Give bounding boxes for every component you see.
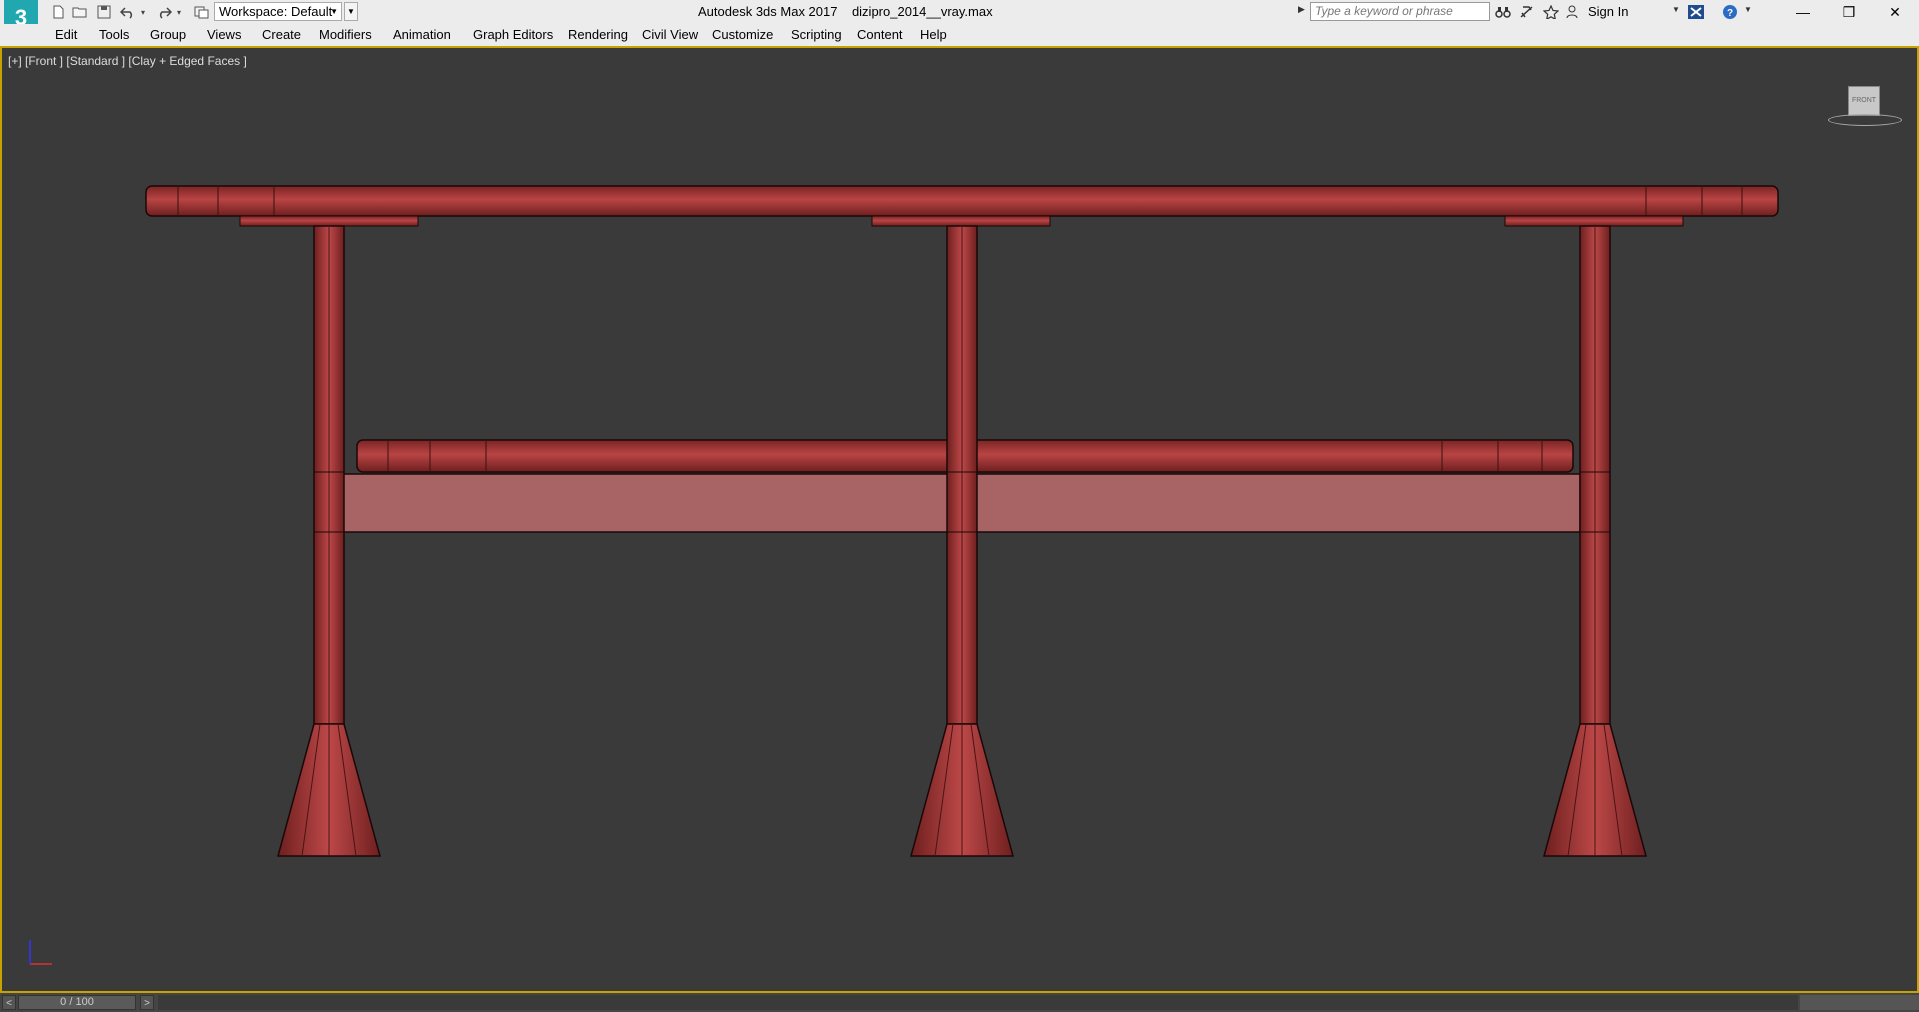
search-input[interactable]: Type a keyword or phrase (1310, 2, 1490, 21)
scene-model[interactable] (2, 48, 1917, 991)
help-dropdown-icon[interactable]: ▼ (1744, 5, 1752, 14)
timeline-track[interactable] (158, 995, 1798, 1010)
star-icon[interactable] (1541, 3, 1561, 21)
menu-modifiers[interactable]: Modifiers (319, 27, 372, 42)
menu-bar: Edit Tools Group Views Create Modifiers … (0, 24, 1919, 47)
top-rail[interactable] (145, 185, 1779, 217)
open-file-icon[interactable] (70, 3, 90, 21)
menu-edit[interactable]: Edit (55, 27, 77, 42)
svg-text:?: ? (1727, 8, 1733, 19)
undo-dropdown-icon[interactable]: ▾ (138, 3, 148, 21)
exchange-apps-icon[interactable] (1686, 3, 1706, 21)
menu-content[interactable]: Content (857, 27, 903, 42)
time-slider-bar: < 0 / 100 > (0, 993, 1919, 1012)
file-name: dizipro_2014__vray.max (851, 4, 993, 19)
chevron-down-icon: ▼ (330, 7, 338, 16)
workspace-dropdown[interactable]: Workspace: Default ▼ (214, 2, 342, 21)
menu-help[interactable]: Help (920, 27, 947, 42)
rail-brackets[interactable] (239, 215, 1684, 227)
menu-create[interactable]: Create (262, 27, 301, 42)
subscription-center-icon[interactable] (1517, 3, 1537, 21)
timeline-end-panel (1800, 995, 1919, 1010)
menu-scripting[interactable]: Scripting (791, 27, 842, 42)
time-slider[interactable]: 0 / 100 (18, 995, 136, 1010)
quick-access-customize-button[interactable]: ▼ (344, 2, 358, 21)
leg-center[interactable] (910, 225, 1014, 857)
close-button[interactable]: ✕ (1872, 0, 1918, 24)
menu-tools[interactable]: Tools (99, 27, 129, 42)
previous-frame-button[interactable]: < (2, 995, 16, 1010)
front-viewport[interactable]: [+] [Front ] [Standard ] [Clay + Edged F… (0, 46, 1919, 993)
binoculars-icon[interactable] (1493, 3, 1513, 21)
sign-in-dropdown-icon[interactable]: ▼ (1672, 5, 1680, 14)
sign-in-button[interactable]: Sign In (1588, 4, 1628, 19)
redo-icon[interactable] (154, 3, 174, 21)
search-expand-icon[interactable]: ▶ (1298, 4, 1305, 15)
leg-left[interactable] (277, 225, 381, 857)
axis-tripod-icon (29, 940, 52, 965)
new-file-icon[interactable] (48, 3, 68, 21)
redo-dropdown-icon[interactable]: ▾ (174, 3, 184, 21)
menu-views[interactable]: Views (207, 27, 241, 42)
window-title: Autodesk 3ds Max 2017 dizipro_2014__vray… (698, 4, 993, 19)
restore-button[interactable]: ❒ (1826, 0, 1872, 24)
menu-customize[interactable]: Customize (712, 27, 773, 42)
undo-icon[interactable] (118, 3, 138, 21)
menu-civil-view[interactable]: Civil View (642, 27, 698, 42)
title-bar: 3 ▾ ▾ Workspace: Default ▼ ▼ Autodesk 3d… (0, 0, 1919, 40)
leg-right[interactable] (1543, 225, 1647, 857)
menu-rendering[interactable]: Rendering (568, 27, 628, 42)
app-title: Autodesk 3ds Max 2017 (698, 4, 838, 19)
workspace-label: Workspace: Default (219, 4, 333, 19)
project-folder-icon[interactable] (192, 3, 212, 21)
menu-animation[interactable]: Animation (393, 27, 451, 42)
save-icon[interactable] (94, 3, 114, 21)
minimize-button[interactable]: — (1780, 0, 1826, 24)
menu-group[interactable]: Group (150, 27, 186, 42)
next-frame-button[interactable]: > (140, 995, 154, 1010)
user-icon (1565, 3, 1579, 21)
help-icon[interactable]: ? (1720, 3, 1740, 21)
menu-graph-editors[interactable]: Graph Editors (473, 27, 553, 42)
